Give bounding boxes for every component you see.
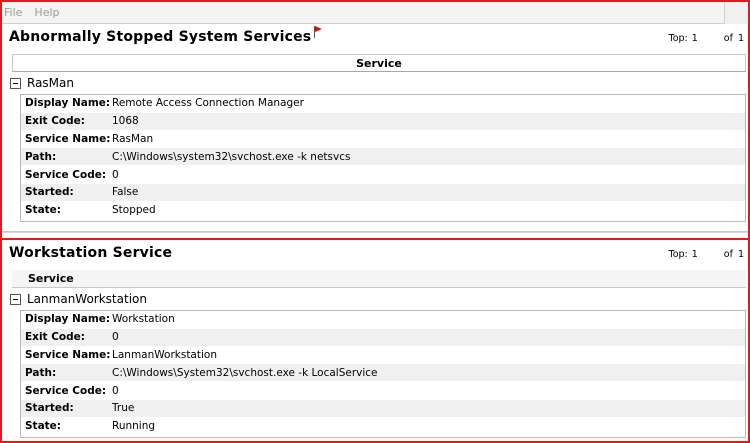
detail-row: State: Running — [21, 418, 745, 436]
field-label: Path: — [25, 150, 57, 163]
pager-of-value: 1 — [737, 33, 744, 44]
field-value: True — [112, 402, 135, 415]
column-header-service[interactable]: Service — [12, 54, 746, 72]
field-value: False — [112, 186, 139, 199]
field-value: RasMan — [112, 132, 154, 145]
field-value: LanmanWorkstation — [112, 348, 217, 361]
group-row-lanmanworkstation: LanmanWorkstation — [10, 290, 147, 308]
report-workstation-service: Workstation Service Top: 1 of 1 Service … — [2, 238, 748, 441]
field-label: Exit Code: — [25, 115, 85, 128]
field-label: Service Code: — [25, 384, 107, 397]
field-value: Remote Access Connection Manager — [112, 97, 304, 110]
field-label: Started: — [25, 402, 74, 415]
detail-row: Started: False — [21, 183, 745, 202]
field-value: 1068 — [112, 115, 139, 128]
pager-of-label: of — [723, 33, 733, 44]
group-label: LanmanWorkstation — [27, 292, 147, 306]
menu-help[interactable]: Help — [32, 6, 63, 19]
field-value: Stopped — [112, 204, 156, 217]
field-label: State: — [25, 204, 62, 217]
field-label: Exit Code: — [25, 331, 85, 344]
field-label: Service Name: — [25, 348, 111, 361]
pager: Top: 1 of 1 — [669, 249, 745, 260]
report-title-row: Workstation Service — [2, 240, 748, 266]
pager-of-value: 1 — [737, 249, 744, 260]
collapse-icon[interactable] — [10, 293, 21, 305]
field-value: Running — [112, 420, 156, 433]
field-label: Service Code: — [25, 168, 107, 181]
detail-row: Service Code: 0 — [21, 166, 745, 184]
menu-bar: File Help — [2, 2, 748, 24]
detail-row: Display Name: Workstation — [21, 311, 745, 329]
detail-row: Exit Code: 0 — [21, 328, 745, 347]
service-detail-table: Display Name: Remote Access Connection Ma… — [20, 94, 746, 222]
report-title-row: Abnormally Stopped System Services — [2, 24, 748, 50]
field-label: State: — [25, 420, 62, 433]
detail-row: Service Name: RasMan — [21, 131, 745, 149]
field-value: Workstation — [112, 313, 175, 326]
field-label: Display Name: — [25, 313, 111, 326]
group-row-rasman: RasMan — [10, 74, 74, 92]
pager-top-label: Top: — [668, 249, 688, 260]
pager-top-label: Top: — [668, 33, 688, 44]
detail-row: Service Code: 0 — [21, 382, 745, 400]
column-header-service[interactable]: Service — [12, 270, 746, 288]
service-detail-table: Display Name: Workstation Exit Code: 0 Ser… — [20, 310, 746, 438]
detail-row: State: Stopped — [21, 202, 745, 220]
collapse-icon[interactable] — [10, 77, 21, 89]
pager-top-value: 1 — [691, 33, 698, 44]
detail-row: Path: C:\Windows\System32\svchost.exe -k … — [21, 364, 745, 383]
field-label: Service Name: — [25, 132, 111, 145]
detail-row: Exit Code: 1068 — [21, 112, 745, 131]
field-value: 0 — [112, 168, 119, 181]
field-label: Path: — [25, 366, 57, 379]
field-value: 0 — [112, 384, 119, 397]
field-label: Display Name: — [25, 97, 111, 110]
field-value: C:\Windows\System32\svchost.exe -k Local… — [112, 366, 378, 379]
pager-of-label: of — [723, 249, 733, 260]
detail-row: Started: True — [21, 399, 745, 418]
report-abnormally-stopped-services: Abnormally Stopped System Services Top: … — [2, 24, 748, 232]
menu-file[interactable]: File — [2, 6, 26, 19]
report-title: Abnormally Stopped System Services — [9, 29, 312, 45]
field-label: Started: — [25, 186, 74, 199]
pager: Top: 1 of 1 — [669, 33, 745, 44]
pager-top-value: 1 — [691, 249, 698, 260]
group-label: RasMan — [27, 76, 74, 90]
detail-row: Path: C:\Windows\system32\svchost.exe -k … — [21, 148, 745, 167]
detail-row: Display Name: Remote Access Connection Ma… — [21, 95, 745, 113]
detail-row: Service Name: LanmanWorkstation — [21, 347, 745, 365]
report-title: Workstation Service — [9, 245, 173, 261]
flag-icon — [314, 26, 323, 38]
field-value: 0 — [112, 331, 119, 344]
field-value: C:\Windows\system32\svchost.exe -k netsv… — [112, 150, 351, 163]
menubar-edge — [724, 2, 748, 24]
